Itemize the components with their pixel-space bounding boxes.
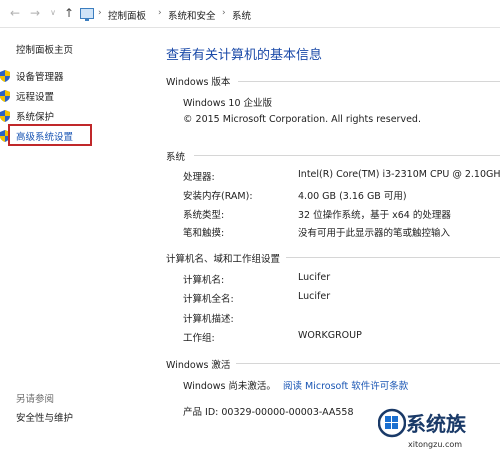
main-pane: 查看有关计算机的基本信息 Windows 版本 Windows 10 企业版 ©… xyxy=(150,28,500,459)
full-name-key: 计算机全名: xyxy=(183,294,234,305)
back-arrow-icon[interactable]: ← xyxy=(8,6,22,20)
forward-arrow-icon[interactable]: → xyxy=(28,6,42,20)
see-also-heading: 另请参阅 xyxy=(16,394,55,405)
section-windows-edition: Windows 版本 xyxy=(166,77,231,88)
section-divider xyxy=(236,363,500,364)
pen-touch-key: 笔和触摸: xyxy=(183,228,225,239)
up-arrow-icon[interactable]: ↑ xyxy=(62,6,76,20)
section-divider xyxy=(286,257,500,258)
breadcrumb-separator: › xyxy=(98,8,102,18)
watermark-brand: 系统族 xyxy=(406,412,466,436)
section-divider xyxy=(238,81,500,82)
page-title: 查看有关计算机的基本信息 xyxy=(166,48,323,63)
highlight-box xyxy=(8,124,92,146)
breadcrumb-separator: › xyxy=(222,8,226,18)
copyright-text: © 2015 Microsoft Corporation. All rights… xyxy=(183,114,421,125)
control-panel-icon xyxy=(80,8,94,21)
shield-icon xyxy=(0,90,10,102)
left-pane: 控制面板主页 设备管理器 远程设置 系统保护 高级系统设置 另请参阅 安全性与维… xyxy=(0,28,150,459)
processor-value: Intel(R) Core(TM) i3-2310M CPU @ 2.10GHz xyxy=(298,169,500,180)
breadcrumb-separator: › xyxy=(158,8,162,18)
sidebar-item-label: 设备管理器 xyxy=(16,72,64,83)
computer-name-value: Lucifer xyxy=(298,272,331,283)
sidebar-item-label: 远程设置 xyxy=(16,92,55,103)
system-type-key: 系统类型: xyxy=(183,210,225,221)
section-system: 系统 xyxy=(166,152,186,163)
full-name-value: Lucifer xyxy=(298,291,331,302)
section-activation: Windows 激活 xyxy=(166,360,231,371)
watermark-url: xitongzu.com xyxy=(408,440,463,449)
windows-logo-icon xyxy=(378,408,406,438)
recent-chevron-icon[interactable]: ∨ xyxy=(46,6,60,20)
sidebar-item-label: 系统保护 xyxy=(16,112,55,123)
product-id: 产品 ID: 00329-00000-00003-AA558 xyxy=(183,407,354,418)
pen-touch-value: 没有可用于此显示器的笔或触控输入 xyxy=(298,228,451,239)
security-maintenance-link[interactable]: 安全性与维护 xyxy=(16,410,73,424)
shield-icon xyxy=(0,70,10,82)
activation-status: Windows 尚未激活。 xyxy=(183,381,276,392)
breadcrumb-control-panel[interactable]: 控制面板 xyxy=(108,8,146,22)
system-type-value: 32 位操作系统，基于 x64 的处理器 xyxy=(298,210,451,221)
watermark-logo: 系统族 xitongzu.com xyxy=(378,404,500,459)
breadcrumb-system-security[interactable]: 系统和安全 xyxy=(168,8,216,22)
description-key: 计算机描述: xyxy=(183,314,234,325)
workgroup-key: 工作组: xyxy=(183,333,215,344)
section-divider xyxy=(194,155,500,156)
license-terms-link[interactable]: 阅读 Microsoft 软件许可条款 xyxy=(283,378,408,392)
shield-icon xyxy=(0,110,10,122)
workgroup-value: WORKGROUP xyxy=(298,330,362,341)
windows-edition-text: Windows 10 企业版 xyxy=(183,98,273,109)
processor-key: 处理器: xyxy=(183,172,215,183)
ram-value: 4.00 GB (3.16 GB 可用) xyxy=(298,191,407,202)
breadcrumb-system[interactable]: 系统 xyxy=(232,8,251,22)
control-panel-home-link[interactable]: 控制面板主页 xyxy=(16,42,73,56)
ram-key: 安装内存(RAM): xyxy=(183,191,253,202)
address-bar: ← → ∨ ↑ › 控制面板 › 系统和安全 › 系统 xyxy=(0,0,500,28)
computer-name-key: 计算机名: xyxy=(183,275,225,286)
section-computer-name: 计算机名、域和工作组设置 xyxy=(166,254,281,265)
